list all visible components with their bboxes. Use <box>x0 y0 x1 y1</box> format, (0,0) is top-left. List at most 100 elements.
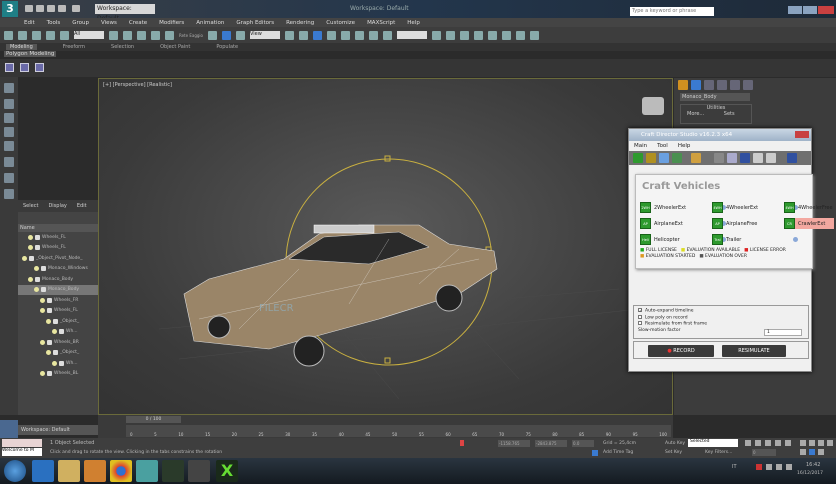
bind-icon[interactable] <box>60 30 69 40</box>
rect-selection-icon[interactable] <box>137 30 146 40</box>
key-filters-button[interactable]: Key Filters... <box>705 450 732 455</box>
network-icon[interactable] <box>776 464 782 470</box>
place-icon[interactable] <box>235 30 245 40</box>
unlink-icon[interactable] <box>46 30 55 40</box>
explorer-tab-display[interactable]: Display <box>48 203 66 209</box>
clock-time[interactable]: 16:42 <box>806 462 820 468</box>
tree-node[interactable]: Monaco_Windows <box>18 264 100 275</box>
hierarchy-tab-icon[interactable] <box>704 80 714 90</box>
visibility-bulb-icon[interactable] <box>34 266 39 272</box>
undo-icon[interactable] <box>4 30 13 40</box>
layer-icon[interactable] <box>4 173 14 183</box>
workspace-dropdown[interactable]: Workspace: Default <box>95 4 155 22</box>
fov-icon[interactable] <box>827 440 833 446</box>
zoom-extents-icon[interactable] <box>818 440 824 446</box>
track-bar[interactable]: 0 5 10 15 20 25 30 35 40 45 50 55 60 65 70 75 80 85 90 95 10… <box>126 425 671 437</box>
workspace-icon[interactable] <box>0 420 18 438</box>
vehicle-trailer[interactable]: Trai Trailer <box>712 234 798 245</box>
vehicle-airplaneext[interactable]: AP AirplaneExt <box>640 218 726 229</box>
menu-item-views[interactable]: Views <box>101 20 117 26</box>
undo-icon[interactable] <box>58 5 66 12</box>
angle-snap-icon[interactable] <box>340 30 350 40</box>
copy-icon[interactable] <box>753 153 763 163</box>
tool-icon[interactable] <box>672 153 682 163</box>
modify-tab-icon[interactable] <box>691 80 701 90</box>
help-figure-icon[interactable] <box>787 153 797 163</box>
reference-coord-dropdown[interactable]: View <box>249 31 280 39</box>
name-column-header[interactable]: Name <box>18 224 100 232</box>
utilities-tab-icon[interactable] <box>743 80 753 90</box>
craft-menu-main[interactable]: Main <box>634 143 647 149</box>
vehicles-tool-icon[interactable] <box>633 153 643 163</box>
light-icon[interactable] <box>4 99 14 109</box>
tree-node[interactable]: _Object_ <box>18 348 100 359</box>
edit-named-sets-icon[interactable] <box>382 30 392 40</box>
render-setup-icon[interactable] <box>515 30 525 40</box>
create-icon[interactable] <box>4 83 14 93</box>
visibility-bulb-icon[interactable] <box>40 371 45 377</box>
redo-icon[interactable] <box>72 5 80 12</box>
menu-item-tools[interactable]: Tools <box>47 20 61 26</box>
zoom-all-icon[interactable] <box>809 440 815 446</box>
set-key-button[interactable]: Set Key <box>665 450 682 455</box>
time-slider[interactable]: 0 / 100 <box>126 416 181 423</box>
folder-icon[interactable] <box>691 153 701 163</box>
menu-item-create[interactable]: Create <box>129 20 147 26</box>
app-icon[interactable] <box>162 460 184 482</box>
tree-node[interactable]: Monaco_Body <box>18 284 100 295</box>
volume-icon[interactable] <box>786 464 792 470</box>
resimulate-button[interactable]: RESIMULATE <box>722 345 786 357</box>
paste-icon[interactable] <box>766 153 776 163</box>
spinner-snap-icon[interactable] <box>368 30 378 40</box>
visibility-bulb-icon[interactable] <box>40 297 45 303</box>
key-mode-dropdown[interactable]: Selected <box>688 439 738 447</box>
tab-object-paint[interactable]: Object Paint <box>160 44 190 50</box>
menu-item-group[interactable]: Group <box>72 20 89 26</box>
menu-item-animation[interactable]: Animation <box>196 20 224 26</box>
link-icon[interactable] <box>32 30 41 40</box>
select-icon[interactable] <box>109 30 118 40</box>
keyboard-shortcut-icon[interactable] <box>312 30 322 40</box>
redo-icon[interactable] <box>18 30 27 40</box>
sets-button[interactable]: Sets <box>724 111 735 117</box>
clock-date[interactable]: 16/12/2017 <box>797 471 823 476</box>
tool-icon[interactable] <box>646 153 656 163</box>
language-indicator[interactable]: IT <box>732 464 737 470</box>
menu-item-modifiers[interactable]: Modifiers <box>159 20 184 26</box>
vehicle-airplanefree[interactable]: AP AirplaneFree <box>712 218 798 229</box>
tree-node[interactable]: Wh... <box>18 327 100 338</box>
visibility-bulb-icon[interactable] <box>46 318 51 324</box>
vehicle-helicopter[interactable]: Heli Helicopter <box>640 234 726 245</box>
tab-selection[interactable]: Selection <box>111 44 134 50</box>
start-button[interactable] <box>4 460 26 482</box>
checkbox[interactable]: ✓ <box>638 308 642 313</box>
info-icon[interactable] <box>793 237 798 242</box>
vehicle-4wheelerext[interactable]: 4WH 4WheelerExt <box>712 202 798 213</box>
menu-item-rendering[interactable]: Rendering <box>286 20 314 26</box>
next-frame-icon[interactable] <box>775 440 781 446</box>
ribbon-tool-icon[interactable] <box>20 63 29 72</box>
visibility-bulb-icon[interactable] <box>34 287 39 293</box>
glasses-icon[interactable] <box>727 153 737 163</box>
tree-node[interactable]: Wheels_BL <box>18 369 100 380</box>
explorer-tab-edit[interactable]: Edit <box>77 203 87 209</box>
tree-node[interactable]: Wheels_FL <box>18 232 100 243</box>
render-icon[interactable] <box>529 30 539 40</box>
menu-item-customize[interactable]: Customize <box>326 20 355 26</box>
tree-node[interactable]: Wheels_FL <box>18 243 100 254</box>
select-manipulate-icon[interactable] <box>298 30 308 40</box>
tab-freeform[interactable]: Freeform <box>63 44 85 50</box>
hierarchy-icon[interactable] <box>4 189 14 199</box>
visibility-bulb-icon[interactable] <box>52 329 57 335</box>
obs-icon[interactable] <box>188 460 210 482</box>
mirror-icon[interactable] <box>431 30 441 40</box>
xsplit-icon[interactable]: X <box>216 460 238 482</box>
tab-populate[interactable]: Populate <box>216 44 238 50</box>
auto-key-button[interactable]: Auto Key <box>665 441 685 446</box>
chrome-icon[interactable] <box>110 460 132 482</box>
orbit-icon[interactable] <box>809 449 815 455</box>
vehicle-4wheelerfree[interactable]: 4WH 4WheelerFree <box>784 202 836 213</box>
craft-close-button[interactable] <box>795 131 809 138</box>
app-logo[interactable]: 3 <box>2 1 18 17</box>
helper-icon[interactable] <box>4 141 14 151</box>
